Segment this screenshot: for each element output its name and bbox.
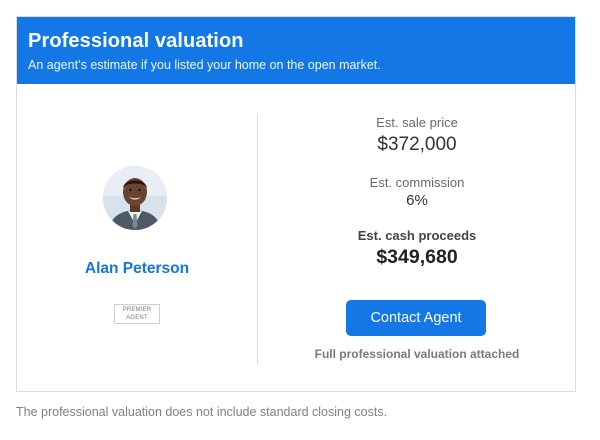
valuation-attached-note: Full professional valuation attached xyxy=(314,347,520,361)
agent-name[interactable]: Alan Peterson xyxy=(17,260,257,278)
closing-costs-footnote: The professional valuation does not incl… xyxy=(16,405,388,419)
badge-line-agent: AGENT xyxy=(126,314,148,321)
cash-proceeds-label: Est. cash proceeds xyxy=(357,228,477,243)
sale-price-label: Est. sale price xyxy=(376,115,458,130)
estimate-panel: Est. sale price $372,000 Est. commission… xyxy=(258,84,576,391)
agent-avatar xyxy=(103,166,167,230)
agent-portrait-icon xyxy=(103,166,167,230)
card-title: Professional valuation xyxy=(28,30,244,52)
contact-agent-button[interactable]: Contact Agent xyxy=(346,300,486,336)
valuation-card: Professional valuation An agent’s estima… xyxy=(16,16,576,392)
agent-panel: Alan Peterson PREMIER AGENT xyxy=(17,84,257,391)
premier-agent-badge: PREMIER AGENT xyxy=(114,304,160,324)
card-subtitle: An agent’s estimate if you listed your h… xyxy=(28,58,381,72)
card-header: Professional valuation An agent’s estima… xyxy=(17,17,575,84)
cash-proceeds-value: $349,680 xyxy=(376,246,458,268)
sale-price-value: $372,000 xyxy=(377,134,457,155)
commission-value: 6% xyxy=(406,192,428,209)
commission-label: Est. commission xyxy=(369,175,465,190)
badge-line-premier: PREMIER xyxy=(122,307,152,313)
